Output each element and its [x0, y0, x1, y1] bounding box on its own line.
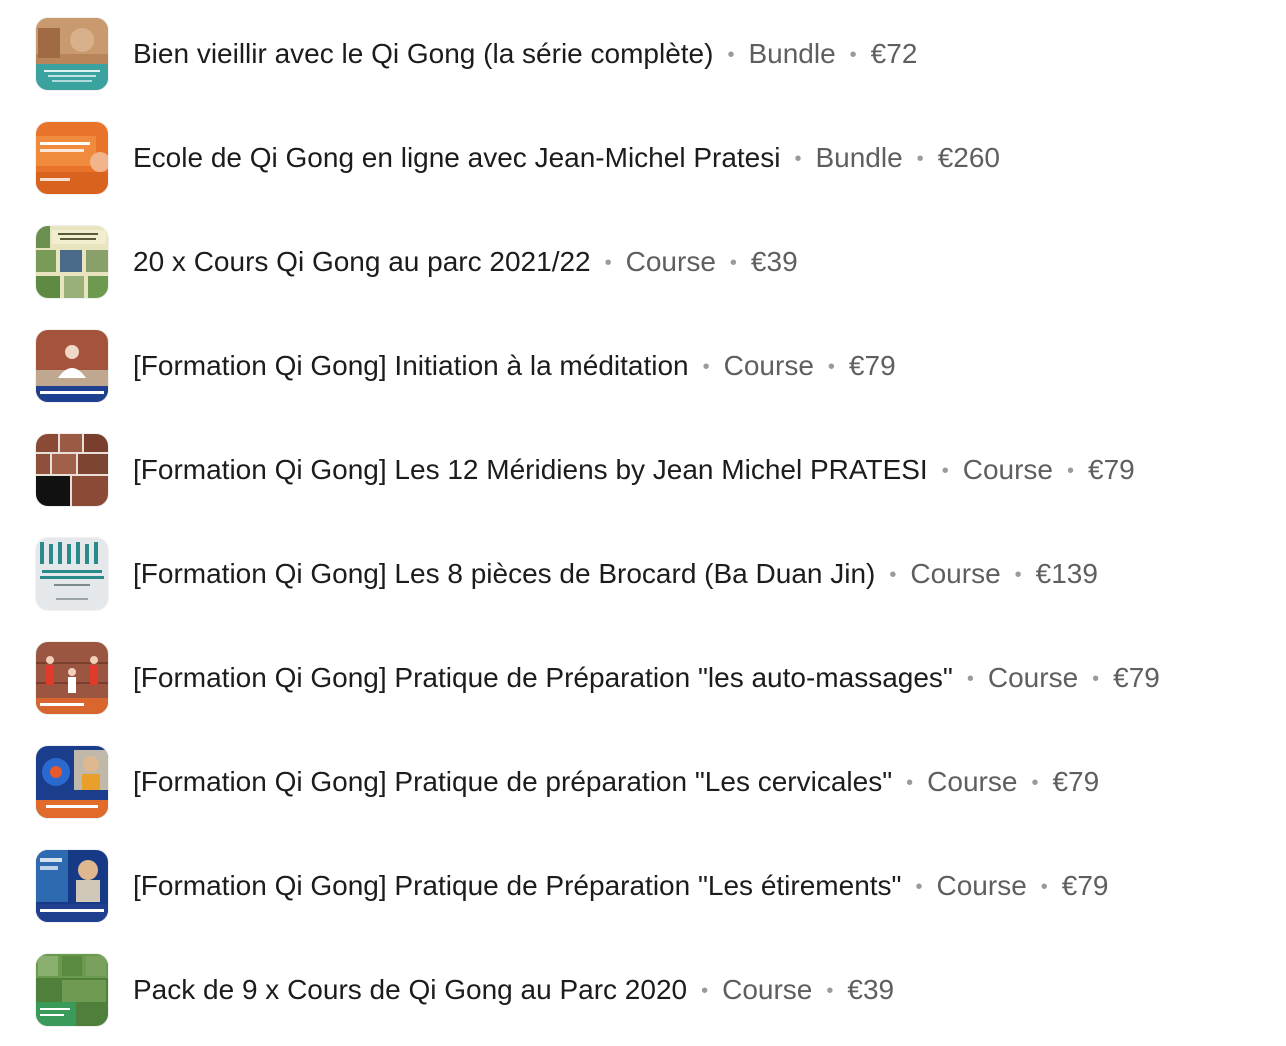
product-price: €139 — [1035, 558, 1098, 589]
product-row[interactable]: Ecole de Qi Gong en ligne avec Jean-Mich… — [36, 122, 1000, 194]
product-type: Course — [936, 870, 1027, 901]
product-row[interactable]: [Formation Qi Gong] Pratique de préparat… — [36, 746, 1099, 818]
product-type: Course — [962, 454, 1053, 485]
separator-dot: • — [701, 980, 709, 1002]
separator-dot: • — [826, 980, 834, 1002]
product-price: €79 — [1088, 454, 1135, 485]
product-title[interactable]: [Formation Qi Gong] Pratique de Préparat… — [133, 869, 901, 903]
product-row[interactable]: [Formation Qi Gong] Pratique de Préparat… — [36, 642, 1160, 714]
product-type: Course — [723, 350, 814, 381]
separator-dot: • — [889, 564, 897, 586]
product-type: Course — [625, 246, 716, 277]
product-row[interactable]: [Formation Qi Gong] Pratique de Préparat… — [36, 850, 1109, 922]
separator-dot: • — [941, 460, 949, 482]
product-type: Course — [722, 974, 813, 1005]
product-row[interactable]: Bien vieillir avec le Qi Gong (la série … — [36, 18, 917, 90]
product-title[interactable]: [Formation Qi Gong] Pratique de Préparat… — [133, 661, 953, 695]
product-thumbnail[interactable] — [36, 122, 108, 194]
product-thumbnail[interactable] — [36, 434, 108, 506]
product-row[interactable]: [Formation Qi Gong] Les 12 Méridiens by … — [36, 434, 1135, 506]
product-thumbnail[interactable] — [36, 330, 108, 402]
product-thumbnail[interactable] — [36, 954, 108, 1026]
product-price: €260 — [937, 142, 1000, 173]
product-thumbnail[interactable] — [36, 850, 108, 922]
separator-dot: • — [727, 44, 735, 66]
separator-dot: • — [604, 252, 612, 274]
product-title[interactable]: [Formation Qi Gong] Les 8 pièces de Broc… — [133, 557, 875, 591]
separator-dot: • — [702, 356, 710, 378]
product-thumbnail[interactable] — [36, 226, 108, 298]
product-price: €39 — [750, 246, 798, 277]
separator-dot: • — [915, 876, 923, 898]
separator-dot: • — [1067, 460, 1075, 482]
separator-dot: • — [906, 772, 914, 794]
product-price: €79 — [848, 350, 896, 381]
product-list: Bien vieillir avec le Qi Gong (la série … — [0, 0, 1286, 1046]
product-title[interactable]: [Formation Qi Gong] Pratique de préparat… — [133, 765, 892, 799]
product-type: Bundle — [815, 142, 903, 173]
product-title[interactable]: Ecole de Qi Gong en ligne avec Jean-Mich… — [133, 141, 780, 175]
product-price: €79 — [1061, 870, 1109, 901]
product-type: Bundle — [748, 38, 836, 69]
separator-dot: • — [794, 148, 802, 170]
product-thumbnail[interactable] — [36, 642, 108, 714]
product-type: Course — [987, 662, 1079, 693]
product-title[interactable]: Bien vieillir avec le Qi Gong (la série … — [133, 37, 713, 71]
separator-dot: • — [916, 148, 924, 170]
product-thumbnail[interactable] — [36, 18, 108, 90]
separator-dot: • — [1014, 564, 1022, 586]
product-thumbnail[interactable] — [36, 746, 108, 818]
product-row[interactable]: [Formation Qi Gong] Les 8 pièces de Broc… — [36, 538, 1098, 610]
separator-dot: • — [849, 44, 857, 66]
product-row[interactable]: Pack de 9 x Cours de Qi Gong au Parc 202… — [36, 954, 894, 1026]
product-price: €79 — [1113, 662, 1160, 693]
product-type: Course — [910, 558, 1001, 589]
product-thumbnail[interactable] — [36, 538, 108, 610]
separator-dot: • — [1040, 876, 1048, 898]
product-title[interactable]: 20 x Cours Qi Gong au parc 2021/22 — [133, 245, 591, 279]
separator-dot: • — [827, 356, 835, 378]
product-title[interactable]: [Formation Qi Gong] Les 12 Méridiens by … — [133, 453, 928, 487]
separator-dot: • — [1031, 772, 1039, 794]
product-price: €72 — [870, 38, 918, 69]
separator-dot: • — [729, 252, 737, 274]
product-type: Course — [927, 766, 1018, 797]
product-price: €79 — [1052, 766, 1100, 797]
product-row[interactable]: [Formation Qi Gong] Initiation à la médi… — [36, 330, 896, 402]
product-title[interactable]: Pack de 9 x Cours de Qi Gong au Parc 202… — [133, 973, 687, 1007]
separator-dot: • — [1092, 668, 1100, 690]
product-row[interactable]: 20 x Cours Qi Gong au parc 2021/22 • Cou… — [36, 226, 798, 298]
product-price: €39 — [847, 974, 895, 1005]
separator-dot: • — [966, 668, 974, 690]
product-title[interactable]: [Formation Qi Gong] Initiation à la médi… — [133, 349, 689, 383]
